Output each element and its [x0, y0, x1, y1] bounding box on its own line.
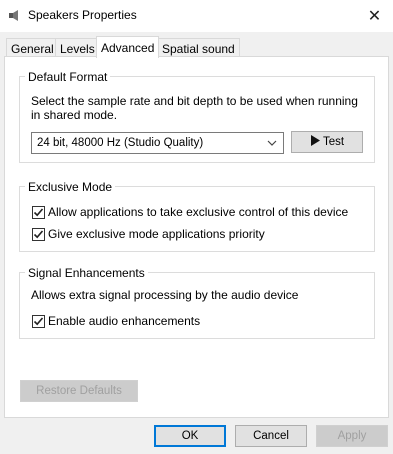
signal-enhancements-title: Signal Enhancements [25, 266, 148, 280]
enable-enhancements-label[interactable]: Enable audio enhancements [48, 314, 200, 329]
cancel-button[interactable]: Cancel [235, 425, 307, 447]
default-format-description: Select the sample rate and bit depth to … [31, 94, 358, 108]
signal-enhancements-description: Allows extra signal processing by the au… [31, 288, 299, 302]
checkmark-icon [33, 317, 44, 326]
default-format-title: Default Format [25, 70, 111, 84]
restore-defaults-button[interactable]: Restore Defaults [20, 380, 138, 402]
window-title: Speakers Properties [28, 8, 137, 22]
exclusive-priority-label[interactable]: Give exclusive mode applications priorit… [48, 227, 265, 242]
tab-label: Advanced [101, 40, 155, 55]
selected-format: 24 bit, 48000 Hz (Studio Quality) [37, 137, 204, 149]
speaker-icon [8, 9, 21, 22]
exclusive-priority-checkbox[interactable] [32, 228, 45, 241]
tab-label: General [11, 41, 54, 56]
ok-label: OK [181, 430, 199, 442]
test-label: Test [322, 136, 345, 148]
tab-general[interactable]: General [6, 38, 59, 58]
title-bar: Speakers Properties ✕ [0, 0, 393, 32]
close-icon: ✕ [367, 8, 382, 25]
apply-button[interactable]: Apply [316, 425, 388, 447]
exclusive-mode-title: Exclusive Mode [25, 180, 116, 194]
play-icon [310, 135, 320, 149]
default-format-description-cont: in shared mode. [31, 108, 118, 122]
tab-levels[interactable]: Levels [55, 38, 100, 58]
cancel-label: Cancel [253, 430, 289, 442]
enable-enhancements-checkbox[interactable] [32, 315, 45, 328]
tab-label: Spatial sound [162, 41, 235, 56]
sample-rate-select[interactable]: 24 bit, 48000 Hz (Studio Quality) [31, 132, 284, 154]
allow-exclusive-label[interactable]: Allow applications to take exclusive con… [48, 205, 348, 220]
allow-exclusive-checkbox[interactable] [32, 206, 45, 219]
tab-spatial-sound[interactable]: Spatial sound [157, 38, 240, 58]
tab-label: Levels [60, 41, 95, 56]
checkmark-icon [33, 230, 44, 239]
apply-label: Apply [337, 430, 367, 442]
chevron-down-icon [267, 136, 277, 153]
checkmark-icon [33, 208, 44, 217]
tab-advanced[interactable]: Advanced [96, 36, 160, 58]
ok-button[interactable]: OK [154, 425, 226, 447]
close-button[interactable]: ✕ [356, 0, 393, 32]
restore-defaults-label: Restore Defaults [36, 385, 122, 397]
test-button[interactable]: Test [291, 131, 363, 153]
